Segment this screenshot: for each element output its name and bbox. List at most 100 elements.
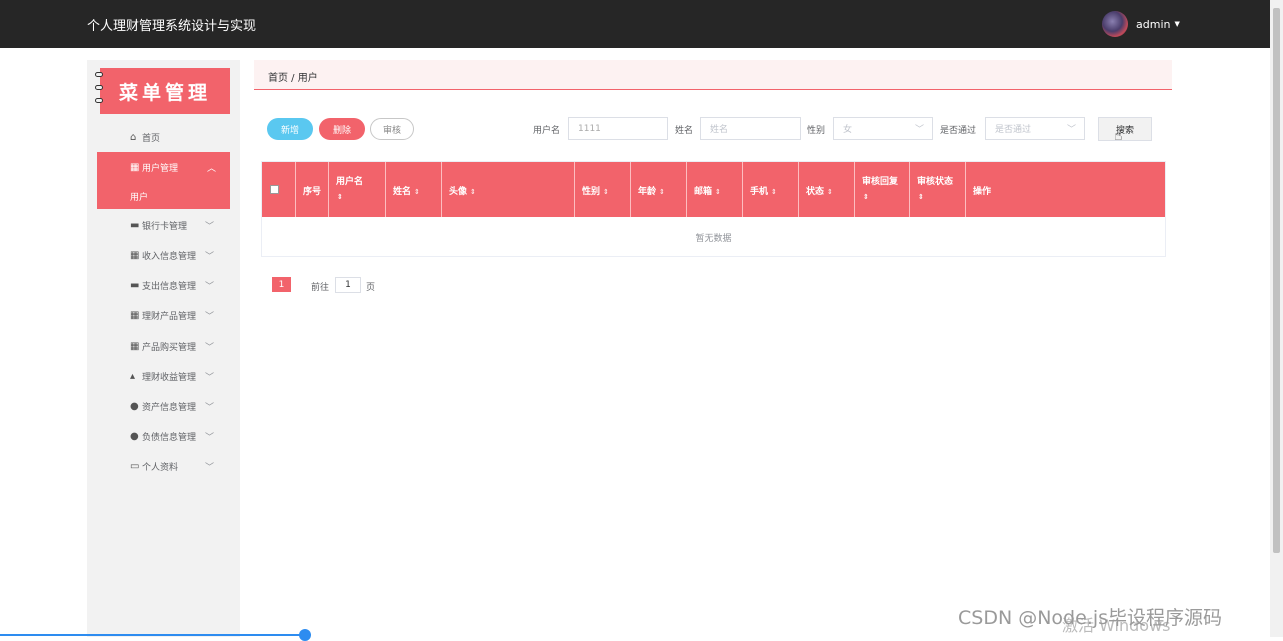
- column-header[interactable]: 审核回复 ⇕: [855, 162, 910, 217]
- username-input[interactable]: 1111: [568, 117, 668, 140]
- sidebar-item-label: 产品购买管理: [142, 342, 197, 353]
- column-header: 序号: [296, 162, 329, 217]
- column-header[interactable]: 性别 ⇕: [575, 162, 631, 217]
- pagination-goto-label: 前往: [311, 283, 330, 293]
- sort-icon[interactable]: ⇕: [337, 193, 343, 201]
- breadcrumb: 首页 / 用户: [254, 60, 1172, 90]
- empty-state: 暂无数据: [695, 233, 732, 244]
- sidebar-item-label: 个人资料: [142, 462, 179, 473]
- username-label: 用户名: [533, 126, 561, 136]
- sidebar-item-liabilities[interactable]: ● 负债信息管理 ﹀: [87, 421, 240, 451]
- column-header[interactable]: 手机 ⇕: [743, 162, 799, 217]
- sidebar-item-label: 用户管理: [142, 163, 179, 174]
- name-input[interactable]: 姓名: [700, 117, 801, 140]
- column-header[interactable]: 邮箱 ⇕: [687, 162, 743, 217]
- chevron-down-icon: ﹀: [205, 432, 215, 443]
- sidebar-subitem-label: 用户: [130, 193, 149, 203]
- sort-icon[interactable]: ⇕: [863, 193, 869, 201]
- breadcrumb-text[interactable]: 首页 / 用户: [268, 69, 318, 84]
- chevron-down-icon: ﹀: [205, 281, 215, 292]
- sidebar-item-income[interactable]: ▦ 收入信息管理 ﹀: [87, 240, 240, 270]
- sidebar: 菜单管理 ⌂ 首页 ▦ 用户管理 ︿ 用户 ▬ 银行卡管理 ﹀ ▦ 收入信息管理…: [87, 60, 240, 637]
- column-header[interactable]: 姓名 ⇕: [386, 162, 442, 217]
- approved-label: 是否通过: [940, 126, 977, 136]
- gender-label: 性别: [807, 126, 826, 136]
- grid-icon: ▦: [130, 309, 140, 321]
- column-header[interactable]: 头像 ⇕: [442, 162, 575, 217]
- user-icon: ●: [130, 400, 139, 412]
- sort-icon[interactable]: ⇕: [715, 188, 721, 196]
- sort-icon[interactable]: ⇕: [659, 188, 665, 196]
- chevron-down-icon: ﹀: [205, 462, 215, 473]
- sidebar-item-home[interactable]: ⌂ 首页: [87, 122, 240, 152]
- profile-icon: ▭: [130, 460, 140, 472]
- approved-select-placeholder: 是否通过: [995, 125, 1032, 135]
- delete-button[interactable]: 删除: [319, 118, 365, 140]
- sidebar-item-products[interactable]: ▦ 理财产品管理 ﹀: [87, 300, 240, 330]
- sidebar-item-user-management[interactable]: ▦ 用户管理 ︿: [97, 152, 230, 182]
- sidebar-item-assets[interactable]: ● 资产信息管理 ﹀: [87, 391, 240, 421]
- sidebar-item-label: 收入信息管理: [142, 251, 197, 262]
- user-menu[interactable]: admin ▼: [1102, 11, 1180, 37]
- user-table: 序号 用户名 ⇕ 姓名 ⇕ 头像 ⇕ 性别 ⇕ 年龄 ⇕ 邮箱 ⇕ 手机 ⇕ 状态 ⇕ 审核回…: [261, 161, 1166, 257]
- chevron-down-icon: ﹀: [205, 251, 215, 262]
- chevron-down-icon: ﹀: [205, 402, 215, 413]
- sort-icon[interactable]: ⇕: [603, 188, 609, 196]
- audit-button[interactable]: 审核: [370, 118, 414, 140]
- chevron-down-icon: ﹀: [205, 221, 215, 232]
- sort-icon[interactable]: ⇕: [771, 188, 777, 196]
- sidebar-item-label: 首页: [142, 133, 161, 144]
- sidebar-item-label: 理财收益管理: [142, 372, 197, 383]
- sidebar-subitem-user[interactable]: 用户: [97, 181, 230, 209]
- avatar[interactable]: [1102, 11, 1128, 37]
- pagination-goto-input[interactable]: 1: [335, 277, 361, 293]
- select-all-checkbox[interactable]: [270, 185, 279, 194]
- sidebar-item-label: 负债信息管理: [142, 432, 197, 443]
- home-icon: ⌂: [130, 131, 137, 143]
- grid-icon: ▦: [130, 161, 140, 173]
- chevron-down-icon: ﹀: [205, 372, 215, 383]
- grid-icon: ▦: [130, 340, 140, 352]
- add-button[interactable]: 新增: [267, 118, 313, 140]
- grid-icon: ▦: [130, 249, 140, 261]
- progress-handle[interactable]: [299, 629, 311, 641]
- column-header: 操作: [973, 187, 992, 197]
- sort-icon[interactable]: ⇕: [827, 188, 833, 196]
- select-all-column: [262, 162, 296, 217]
- sort-icon[interactable]: ⇕: [918, 193, 924, 201]
- sort-icon[interactable]: ⇕: [414, 188, 420, 196]
- sidebar-item-bank-card[interactable]: ▬ 银行卡管理 ﹀: [87, 210, 240, 240]
- pagination-page-suffix: 页: [366, 283, 376, 293]
- caret-down-icon[interactable]: ▼: [1174, 20, 1179, 28]
- sidebar-item-purchases[interactable]: ▦ 产品购买管理 ﹀: [87, 331, 240, 361]
- username[interactable]: admin: [1136, 18, 1170, 31]
- vertical-scrollbar[interactable]: [1270, 0, 1283, 637]
- notebook-rings: [95, 72, 103, 111]
- column-header[interactable]: 用户名 ⇕: [329, 162, 386, 217]
- pagination-current-page[interactable]: 1: [272, 277, 291, 292]
- sort-icon[interactable]: ⇕: [470, 188, 476, 196]
- thumb-icon: ▴: [130, 370, 136, 382]
- hand-cursor-icon: ☝: [1114, 128, 1123, 144]
- search-button[interactable]: 搜索: [1098, 117, 1152, 141]
- column-header[interactable]: 年龄 ⇕: [631, 162, 687, 217]
- card-icon: ▬: [130, 219, 140, 231]
- sidebar-item-label: 银行卡管理: [142, 221, 188, 232]
- sidebar-item-label: 支出信息管理: [142, 281, 197, 292]
- table-header: 序号 用户名 ⇕ 姓名 ⇕ 头像 ⇕ 性别 ⇕ 年龄 ⇕ 邮箱 ⇕ 手机 ⇕ 状态 ⇕ 审核回…: [262, 162, 1165, 217]
- gender-select-value: 女: [843, 125, 853, 135]
- top-bar: 个人理财管理系统设计与实现 admin ▼: [0, 0, 1270, 48]
- app-title: 个人理财管理系统设计与实现: [87, 19, 257, 34]
- column-header[interactable]: 审核状态 ⇕: [910, 162, 966, 217]
- sidebar-item-returns[interactable]: ▴ 理财收益管理 ﹀: [87, 361, 240, 391]
- approved-select[interactable]: 是否通过 ﹀: [985, 117, 1085, 140]
- csdn-watermark: CSDN @Node.js毕设程序源码: [958, 607, 1223, 629]
- sidebar-item-label: 资产信息管理: [142, 402, 197, 413]
- gender-select[interactable]: 女 ﹀: [833, 117, 933, 140]
- sidebar-item-expense[interactable]: ▬ 支出信息管理 ﹀: [87, 270, 240, 300]
- user-upload-icon: ●: [130, 430, 139, 442]
- card-icon: ▬: [130, 279, 140, 291]
- sidebar-item-profile[interactable]: ▭ 个人资料 ﹀: [87, 451, 240, 481]
- column-header[interactable]: 状态 ⇕: [799, 162, 855, 217]
- chevron-down-icon: ﹀: [205, 311, 215, 322]
